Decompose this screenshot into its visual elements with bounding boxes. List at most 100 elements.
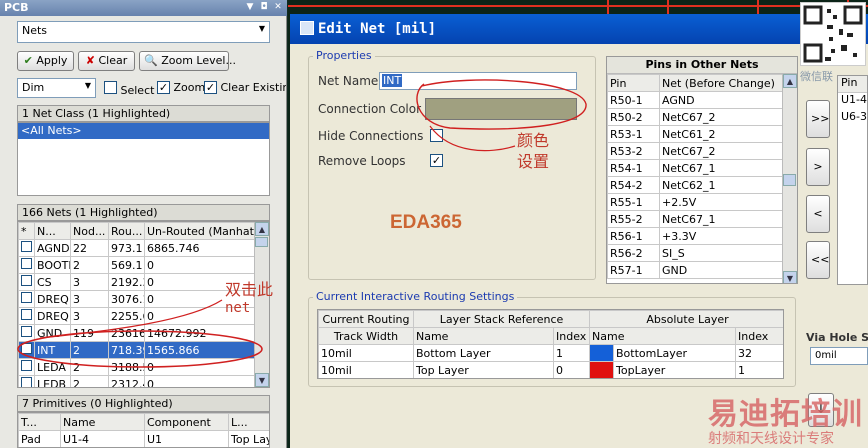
col-abs-name[interactable]: Name [589, 327, 737, 345]
remove-loops-checkbox[interactable]: ✓ [430, 154, 443, 167]
clear-existing-checkbox[interactable]: ✓ [204, 81, 217, 94]
col-name[interactable]: N... [34, 222, 71, 240]
scroll-up-icon[interactable]: ▲ [783, 74, 797, 88]
track-width[interactable]: 10mil [318, 361, 414, 378]
table-row[interactable]: R54-2 NetC62_1 [607, 176, 783, 194]
row-checkbox[interactable] [21, 326, 32, 337]
scroll-down-icon[interactable]: ▼ [255, 373, 269, 387]
row-checkbox[interactable] [21, 292, 32, 303]
row-checkbox[interactable] [21, 241, 32, 252]
table-row[interactable]: R50-2 NetC67_2 [607, 108, 783, 126]
table-row[interactable]: R54-1 NetC67_1 [607, 159, 783, 177]
table-row[interactable]: R53-2 NetC67_2 [607, 142, 783, 160]
list-item[interactable]: U6-35 [838, 110, 867, 127]
move-right-button[interactable]: > [806, 148, 830, 186]
zoom-option[interactable]: ✓ Zoom [157, 81, 205, 94]
table-row[interactable]: DREQ 3 3076.1 0 [18, 290, 256, 308]
panel-mode-select[interactable]: Nets ▼ [17, 21, 270, 43]
col-type[interactable]: T... [18, 413, 61, 431]
list-item[interactable]: U1-4 [838, 93, 867, 110]
col-nodes[interactable]: Nod... [70, 222, 109, 240]
col-abs-index[interactable]: Index [735, 327, 783, 345]
move-all-left-button[interactable]: << [806, 241, 830, 279]
net-name-input[interactable]: INT [379, 72, 577, 90]
via-hole-size-input[interactable]: 0mil [810, 347, 868, 365]
col-stack-name[interactable]: Name [413, 327, 554, 345]
zoom-checkbox[interactable]: ✓ [157, 81, 170, 94]
table-row[interactable]: R55-1 +2.5V [607, 193, 783, 211]
row-checkbox-cell[interactable] [18, 290, 35, 308]
table-row[interactable]: INT 2 718.39 1565.866 [18, 341, 256, 359]
col-track-width[interactable]: Track Width [318, 327, 414, 345]
net-class-item[interactable]: <All Nets> [18, 123, 269, 139]
row-checkbox[interactable] [21, 258, 32, 269]
hide-connections-checkbox[interactable] [430, 129, 443, 142]
row-checkbox[interactable] [21, 360, 32, 371]
scroll-thumb[interactable] [783, 174, 796, 186]
select-option[interactable]: Select [104, 81, 154, 97]
table-row[interactable]: LEDB 2 2312.4 0 [18, 375, 256, 387]
row-checkbox-cell[interactable] [18, 341, 35, 359]
table-row[interactable]: LEDA 2 3188.5 0 [18, 358, 256, 376]
net-unrouted: 6865.746 [144, 239, 256, 257]
row-checkbox-cell[interactable] [18, 324, 35, 342]
hide-connections-label: Hide Connections [318, 129, 424, 143]
row-checkbox-cell[interactable] [18, 239, 35, 257]
table-row[interactable]: R56-1 +3.3V [607, 227, 783, 245]
move-all-right-button[interactable]: >> [806, 100, 830, 138]
col-unrouted[interactable]: Un-Routed (Manhat... [144, 222, 256, 240]
highlight-mode-select[interactable]: Dim ▼ [17, 78, 96, 98]
track-width[interactable]: 10mil [318, 344, 414, 362]
move-left-button[interactable]: < [806, 195, 830, 233]
apply-button[interactable]: ✔ Apply [17, 51, 74, 71]
pin-icon[interactable]: ◘ [258, 2, 270, 13]
zoom-level-button[interactable]: 🔍 Zoom Level... [139, 51, 236, 71]
table-row[interactable]: R55-2 NetC67_1 [607, 210, 783, 228]
row-checkbox-cell[interactable] [18, 358, 35, 376]
row-checkbox-cell[interactable] [18, 273, 35, 291]
col-star[interactable]: * [18, 222, 35, 240]
table-row[interactable]: 10mil Top Layer 0 TopLayer 1 [318, 361, 783, 378]
scroll-thumb[interactable] [255, 237, 268, 247]
table-row[interactable]: DREQ 3 2255.6 0 [18, 307, 256, 325]
close-icon[interactable]: ✕ [272, 2, 284, 13]
table-row[interactable]: GND 119 23616. 14672.992 [18, 324, 256, 342]
pin-id: R55-2 [607, 210, 660, 228]
table-row[interactable]: CS 3 2192.3 0 [18, 273, 256, 291]
connection-color-swatch[interactable] [425, 98, 577, 120]
table-row[interactable]: R50-1 AGND [607, 91, 783, 109]
col-component[interactable]: Component [144, 413, 229, 431]
clear-existing-option[interactable]: ✓ Clear Existing [204, 81, 286, 94]
prims-header-row: T... Name Component L... [18, 413, 269, 431]
row-checkbox[interactable] [21, 309, 32, 320]
pin-id: R50-1 [607, 91, 660, 109]
row-checkbox[interactable] [21, 275, 32, 286]
scroll-up-icon[interactable]: ▲ [255, 222, 269, 236]
row-checkbox-cell[interactable] [18, 256, 35, 274]
table-row[interactable]: BOOTI 2 569.1 0 [18, 256, 256, 274]
prim-component: U1 [144, 430, 229, 447]
row-checkbox[interactable] [21, 377, 32, 387]
row-checkbox-cell[interactable] [18, 375, 35, 387]
table-row[interactable]: R57-1 GND [607, 261, 783, 279]
col-routed[interactable]: Rou... [108, 222, 145, 240]
table-row[interactable]: R56-2 SI_S [607, 244, 783, 262]
col-pin[interactable]: Pin [607, 74, 660, 92]
clear-button[interactable]: ✘ Clear [78, 51, 135, 71]
select-checkbox[interactable] [104, 81, 117, 94]
table-row[interactable]: Pad U1-4 U1 Top Lay [18, 430, 269, 447]
net-nodes: 22 [70, 239, 109, 257]
col-prim-name[interactable]: Name [60, 413, 145, 431]
pins-scrollbar[interactable]: ▲ ▼ [782, 74, 797, 283]
row-checkbox-cell[interactable] [18, 307, 35, 325]
dropdown-icon[interactable]: ▼ [244, 2, 256, 13]
col-layer[interactable]: L... [228, 413, 269, 431]
scroll-down-icon[interactable]: ▼ [783, 271, 797, 283]
table-row[interactable]: AGND 22 973.1 6865.746 [18, 239, 256, 257]
col-stack-index[interactable]: Index [552, 327, 591, 345]
table-row[interactable]: R53-1 NetC61_2 [607, 125, 783, 143]
col-net-before[interactable]: Net (Before Change) [659, 74, 783, 92]
table-row[interactable]: 10mil Bottom Layer 1 BottomLayer 32 [318, 344, 783, 362]
col-this-pin[interactable]: Pin [838, 76, 867, 93]
row-checkbox[interactable] [21, 343, 32, 354]
